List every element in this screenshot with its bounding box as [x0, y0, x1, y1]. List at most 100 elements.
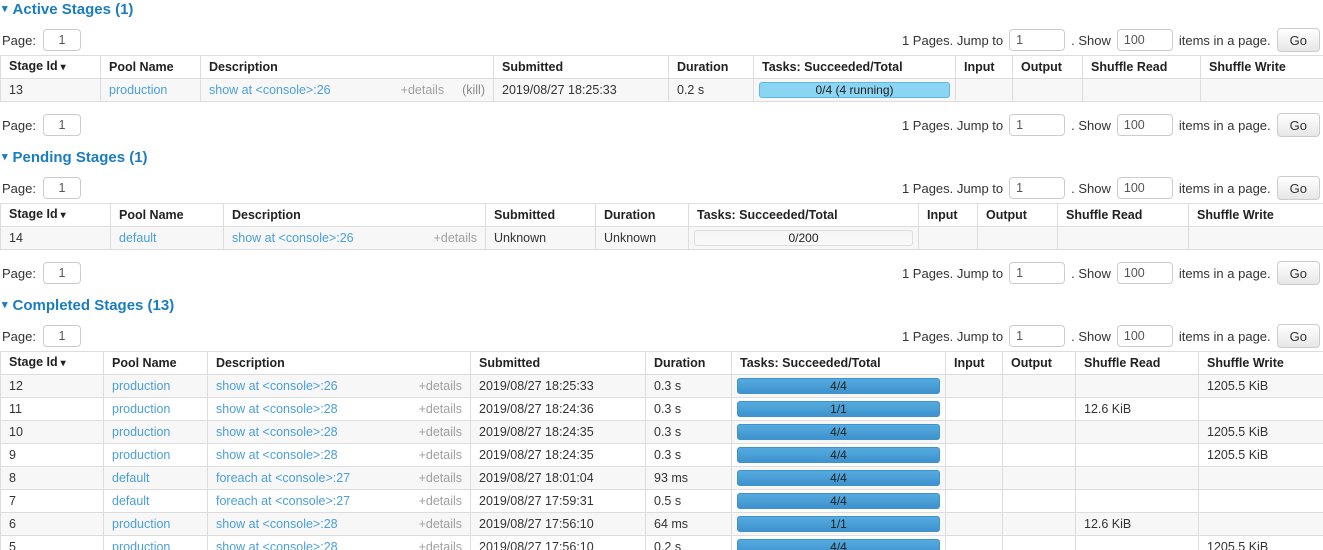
stage-description-link[interactable]: foreach at <console>:27 — [216, 471, 350, 486]
go-button[interactable]: Go — [1277, 28, 1320, 52]
pool-name-link[interactable]: production — [109, 83, 167, 97]
jump-to-input[interactable] — [1009, 262, 1065, 284]
jump-to-input[interactable] — [1009, 325, 1065, 347]
go-button[interactable]: Go — [1277, 176, 1320, 200]
stage-description-link[interactable]: show at <console>:28 — [216, 517, 338, 532]
col-header-input[interactable]: Input — [956, 56, 1013, 79]
show-count-input[interactable] — [1117, 177, 1173, 199]
output-cell — [1003, 375, 1076, 398]
col-header-pool-name[interactable]: Pool Name — [111, 204, 224, 227]
output-cell — [1003, 467, 1076, 490]
pool-name-link[interactable]: production — [112, 425, 170, 439]
col-header-output[interactable]: Output — [978, 204, 1058, 227]
col-header-stage-id[interactable]: Stage Id▾ — [1, 56, 101, 79]
kill-link[interactable]: (kill) — [462, 83, 485, 98]
col-header-duration[interactable]: Duration — [596, 204, 689, 227]
col-header-output[interactable]: Output — [1003, 352, 1076, 375]
show-count-input[interactable] — [1117, 114, 1173, 136]
col-header-description[interactable]: Description — [208, 352, 471, 375]
col-header-submitted[interactable]: Submitted — [486, 204, 596, 227]
col-header-stage-id[interactable]: Stage Id▾ — [1, 204, 111, 227]
col-header-pool-name[interactable]: Pool Name — [101, 56, 201, 79]
pool-name-link[interactable]: default — [119, 231, 157, 245]
col-header-input[interactable]: Input — [919, 204, 978, 227]
details-toggle[interactable]: +details — [419, 425, 462, 440]
pool-name-link[interactable]: default — [112, 471, 150, 485]
col-header-tasks-succeeded-total[interactable]: Tasks: Succeeded/Total — [732, 352, 946, 375]
col-header-shuffle-write[interactable]: Shuffle Write — [1199, 352, 1323, 375]
details-toggle[interactable]: +details — [419, 517, 462, 532]
stage-description-link[interactable]: show at <console>:28 — [216, 402, 338, 417]
table-header-row: Stage Id▾Pool NameDescriptionSubmittedDu… — [1, 56, 1323, 79]
pool-name-link[interactable]: production — [112, 379, 170, 393]
col-header-stage-id[interactable]: Stage Id▾ — [1, 352, 104, 375]
col-header-shuffle-read[interactable]: Shuffle Read — [1083, 56, 1201, 79]
details-toggle[interactable]: +details — [419, 494, 462, 509]
pool-name-link[interactable]: default — [112, 494, 150, 508]
col-header-tasks-succeeded-total[interactable]: Tasks: Succeeded/Total — [689, 204, 919, 227]
duration-cell: 0.3 s — [646, 375, 732, 398]
stage-row: 5productionshow at <console>:28+details2… — [1, 536, 1323, 550]
col-header-description[interactable]: Description — [224, 204, 486, 227]
sort-arrow-icon: ▾ — [61, 358, 66, 369]
tasks-cell: 0/4 (4 running) — [754, 79, 956, 102]
details-toggle[interactable]: +details — [434, 231, 477, 246]
stage-row: 11productionshow at <console>:28+details… — [1, 398, 1323, 421]
page-number-input[interactable] — [43, 114, 81, 136]
col-header-duration[interactable]: Duration — [646, 352, 732, 375]
pool-name-link[interactable]: production — [112, 448, 170, 462]
section-title[interactable]: ▾ Active Stages (1) — [2, 2, 1323, 17]
stage-description-link[interactable]: show at <console>:28 — [216, 448, 338, 463]
col-header-submitted[interactable]: Submitted — [494, 56, 669, 79]
page-number-input[interactable] — [43, 29, 81, 51]
col-header-shuffle-read[interactable]: Shuffle Read — [1076, 352, 1199, 375]
go-button[interactable]: Go — [1277, 261, 1320, 285]
show-count-input[interactable] — [1117, 325, 1173, 347]
pagination-row: Page: 1 Pages. Jump to . Show items in a… — [2, 325, 1320, 347]
col-header-shuffle-read[interactable]: Shuffle Read — [1058, 204, 1189, 227]
jump-to-input[interactable] — [1009, 177, 1065, 199]
go-button[interactable]: Go — [1277, 324, 1320, 348]
details-toggle[interactable]: +details — [401, 83, 444, 98]
col-header-pool-name[interactable]: Pool Name — [104, 352, 208, 375]
section-title[interactable]: ▾ Pending Stages (1) — [2, 150, 1323, 165]
col-header-description[interactable]: Description — [201, 56, 494, 79]
details-toggle[interactable]: +details — [419, 379, 462, 394]
col-header-output[interactable]: Output — [1013, 56, 1083, 79]
show-count-input[interactable] — [1117, 262, 1173, 284]
page-number-input[interactable] — [43, 325, 81, 347]
jump-to-input[interactable] — [1009, 114, 1065, 136]
stage-id-cell: 9 — [1, 444, 104, 467]
stage-description-link[interactable]: show at <console>:28 — [216, 540, 338, 550]
details-toggle[interactable]: +details — [419, 402, 462, 417]
pagination-row: Page: 1 Pages. Jump to . Show items in a… — [2, 114, 1320, 136]
stage-description-link[interactable]: show at <console>:26 — [209, 83, 331, 98]
pool-name-link[interactable]: production — [112, 517, 170, 531]
go-button[interactable]: Go — [1277, 113, 1320, 137]
stage-description-link[interactable]: show at <console>:26 — [232, 231, 354, 246]
col-header-submitted[interactable]: Submitted — [471, 352, 646, 375]
stage-description-link[interactable]: show at <console>:28 — [216, 425, 338, 440]
stage-row: 9productionshow at <console>:28+details2… — [1, 444, 1323, 467]
col-header-shuffle-write[interactable]: Shuffle Write — [1189, 204, 1323, 227]
stage-description-link[interactable]: foreach at <console>:27 — [216, 494, 350, 509]
output-cell — [1003, 490, 1076, 513]
col-header-shuffle-write[interactable]: Shuffle Write — [1201, 56, 1323, 79]
jump-to-input[interactable] — [1009, 29, 1065, 51]
page-number-input[interactable] — [43, 262, 81, 284]
submitted-cell: 2019/08/27 18:25:33 — [494, 79, 669, 102]
section-title[interactable]: ▾ Completed Stages (13) — [2, 298, 1323, 313]
duration-cell: Unknown — [596, 227, 689, 250]
details-toggle[interactable]: +details — [419, 540, 462, 550]
pool-name-link[interactable]: production — [112, 540, 170, 550]
show-count-input[interactable] — [1117, 29, 1173, 51]
col-header-input[interactable]: Input — [946, 352, 1003, 375]
pool-name-cell: production — [104, 421, 208, 444]
pool-name-link[interactable]: production — [112, 402, 170, 416]
page-number-input[interactable] — [43, 177, 81, 199]
stage-description-link[interactable]: show at <console>:26 — [216, 379, 338, 394]
details-toggle[interactable]: +details — [419, 448, 462, 463]
details-toggle[interactable]: +details — [419, 471, 462, 486]
col-header-tasks-succeeded-total[interactable]: Tasks: Succeeded/Total — [754, 56, 956, 79]
col-header-duration[interactable]: Duration — [669, 56, 754, 79]
